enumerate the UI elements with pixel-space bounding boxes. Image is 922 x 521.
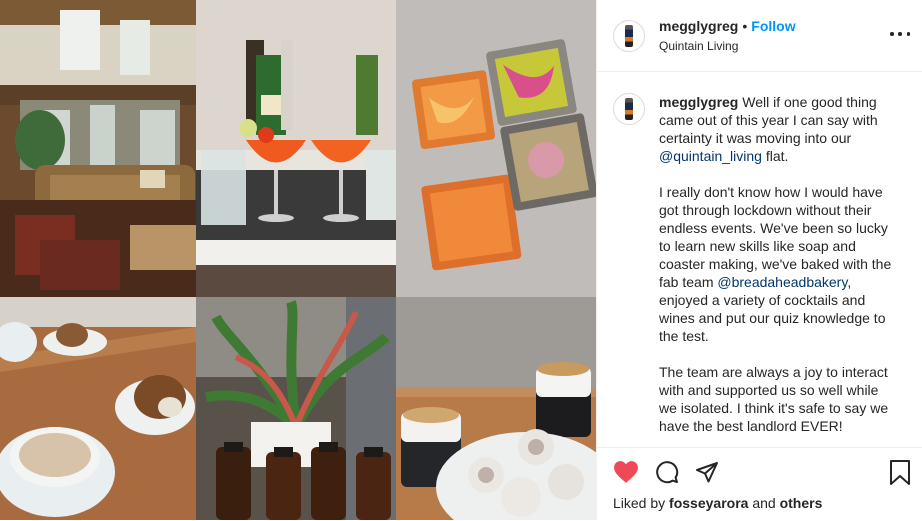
likes-others-link[interactable]: others — [780, 495, 823, 511]
liked-by-user-link[interactable]: fosseyarora — [669, 495, 748, 511]
post-sidebar: megglygreg • Follow Quintain Living meggly… — [596, 0, 922, 520]
paper-plane-icon[interactable] — [695, 460, 719, 484]
likes-joiner: and — [748, 495, 780, 511]
caption-avatar[interactable] — [613, 93, 645, 125]
likes-prefix: Liked by — [613, 495, 670, 511]
caption-p3: The team are always a joy to interact wi… — [659, 364, 889, 434]
post-media-collage[interactable] — [0, 0, 596, 520]
post-header: megglygreg • Follow Quintain Living — [597, 0, 922, 72]
caption-area: megglygreg Well if one good thing came o… — [597, 71, 922, 447]
mention-quintain-living[interactable]: @quintain_living — [659, 148, 762, 164]
mention-breadaheadbakery[interactable]: @breadaheadbakery — [717, 274, 847, 290]
avatar[interactable] — [613, 19, 645, 52]
bookmark-icon[interactable] — [888, 460, 912, 491]
location-link[interactable]: Quintain Living — [659, 38, 796, 54]
caption-p1-end: flat. — [761, 148, 789, 164]
follow-button[interactable]: Follow — [751, 18, 795, 34]
photo-coffee-pastries — [0, 297, 196, 520]
photo-plant-bottles — [196, 297, 396, 520]
caption-text: megglygreg Well if one good thing came o… — [659, 93, 899, 447]
photo-cups-cookies — [396, 297, 596, 520]
likes-summary: Liked by fosseyarora and others — [613, 494, 822, 512]
comment-icon[interactable] — [655, 460, 679, 484]
more-options-icon[interactable] — [890, 24, 910, 44]
heart-icon[interactable] — [613, 460, 639, 484]
action-bar: Liked by fosseyarora and others — [597, 447, 922, 521]
separator-dot: • — [742, 18, 748, 34]
photo-coasters — [396, 0, 596, 297]
caption-username[interactable]: megglygreg — [659, 94, 738, 110]
username-link[interactable]: megglygreg — [659, 18, 738, 34]
photo-lounge — [0, 0, 196, 297]
photo-cocktails — [196, 0, 396, 297]
